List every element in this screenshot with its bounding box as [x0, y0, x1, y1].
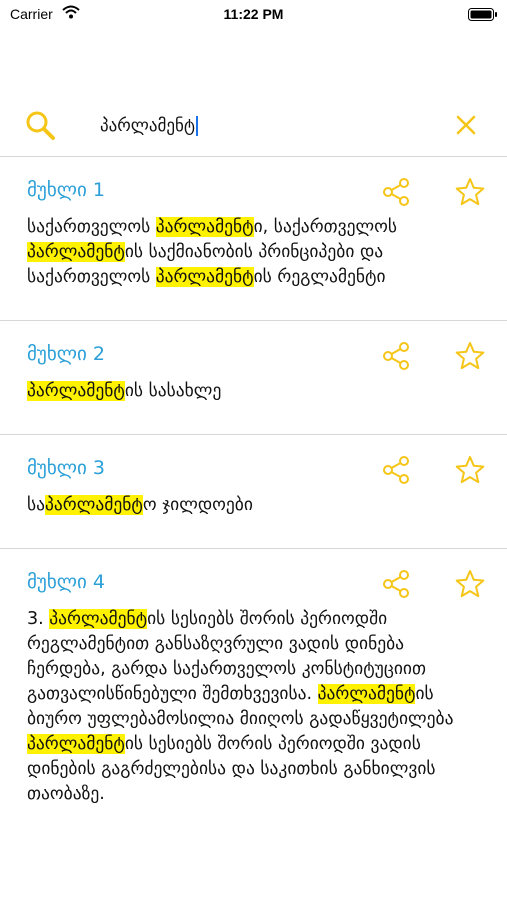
- result-card[interactable]: მუხლი 1 საქართველოს პარლამენტი, საქართვე…: [0, 157, 507, 321]
- snippet-highlight: პარლამენტ: [45, 495, 143, 515]
- article-title[interactable]: მუხლი 4: [27, 571, 105, 593]
- article-snippet: 3. პარლამენტის სესიებს შორის პერიოდში რე…: [27, 607, 483, 837]
- star-icon[interactable]: [455, 569, 485, 603]
- star-icon[interactable]: [455, 455, 485, 489]
- search-query-text: პარლამენტ: [100, 116, 196, 136]
- share-icon[interactable]: [381, 341, 411, 375]
- article-title[interactable]: მუხლი 2: [27, 343, 105, 365]
- snippet-highlight: პარლამენტ: [27, 381, 125, 401]
- snippet-segment: ის რეგლამენტი: [253, 267, 386, 287]
- card-header: მუხლი 2: [27, 321, 485, 379]
- article-snippet: პარლამენტის სასახლე: [27, 379, 483, 434]
- card-header: მუხლი 3: [27, 435, 485, 493]
- status-bar: Carrier 11:22 PM: [0, 0, 507, 30]
- result-card[interactable]: მუხლი 2 პარლამენტის სასახლე: [0, 321, 507, 435]
- result-card[interactable]: მუხლი 3 საპარლამენტო ჯილდოები: [0, 435, 507, 549]
- snippet-segment: 3.: [27, 609, 50, 629]
- snippet-segment: ის სასახლე: [124, 381, 222, 401]
- results-list: მუხლი 1 საქართველოს პარლამენტი, საქართვე…: [0, 157, 507, 837]
- snippet-segment: საქართველოს: [27, 217, 156, 237]
- share-icon[interactable]: [381, 177, 411, 211]
- snippet-highlight: პარლამენტ: [27, 734, 125, 754]
- share-icon[interactable]: [381, 455, 411, 489]
- share-icon[interactable]: [381, 569, 411, 603]
- card-header: მუხლი 1: [27, 157, 485, 215]
- status-time: 11:22 PM: [223, 6, 284, 22]
- snippet-highlight: პარლამენტ: [317, 684, 416, 704]
- snippet-segment: სა: [27, 495, 46, 515]
- search-icon[interactable]: [25, 110, 55, 144]
- snippet-segment: ი, საქართველოს: [253, 217, 398, 237]
- search-input[interactable]: პარლამენტ: [100, 116, 199, 136]
- star-icon[interactable]: [455, 341, 485, 375]
- snippet-highlight: პარლამენტ: [27, 242, 125, 262]
- article-title[interactable]: მუხლი 1: [27, 179, 105, 201]
- snippet-segment: ო ჯილდოები: [142, 495, 253, 515]
- article-snippet: საქართველოს პარლამენტი, საქართველოს პარლ…: [27, 215, 483, 320]
- snippet-highlight: პარლამენტ: [155, 217, 254, 237]
- text-caret: [196, 116, 199, 136]
- star-icon[interactable]: [455, 177, 485, 211]
- snippet-highlight: პარლამენტ: [49, 609, 148, 629]
- close-icon[interactable]: [455, 114, 477, 140]
- result-card[interactable]: მუხლი 4 3. პარლამენტის სესიებს შორის პერ…: [0, 549, 507, 837]
- card-header: მუხლი 4: [27, 549, 485, 607]
- article-snippet: საპარლამენტო ჯილდოები: [27, 493, 483, 548]
- battery-icon: [468, 8, 498, 24]
- article-title[interactable]: მუხლი 3: [27, 457, 105, 479]
- snippet-highlight: პარლამენტ: [155, 267, 254, 287]
- search-bar: პარლამენტ: [0, 96, 507, 157]
